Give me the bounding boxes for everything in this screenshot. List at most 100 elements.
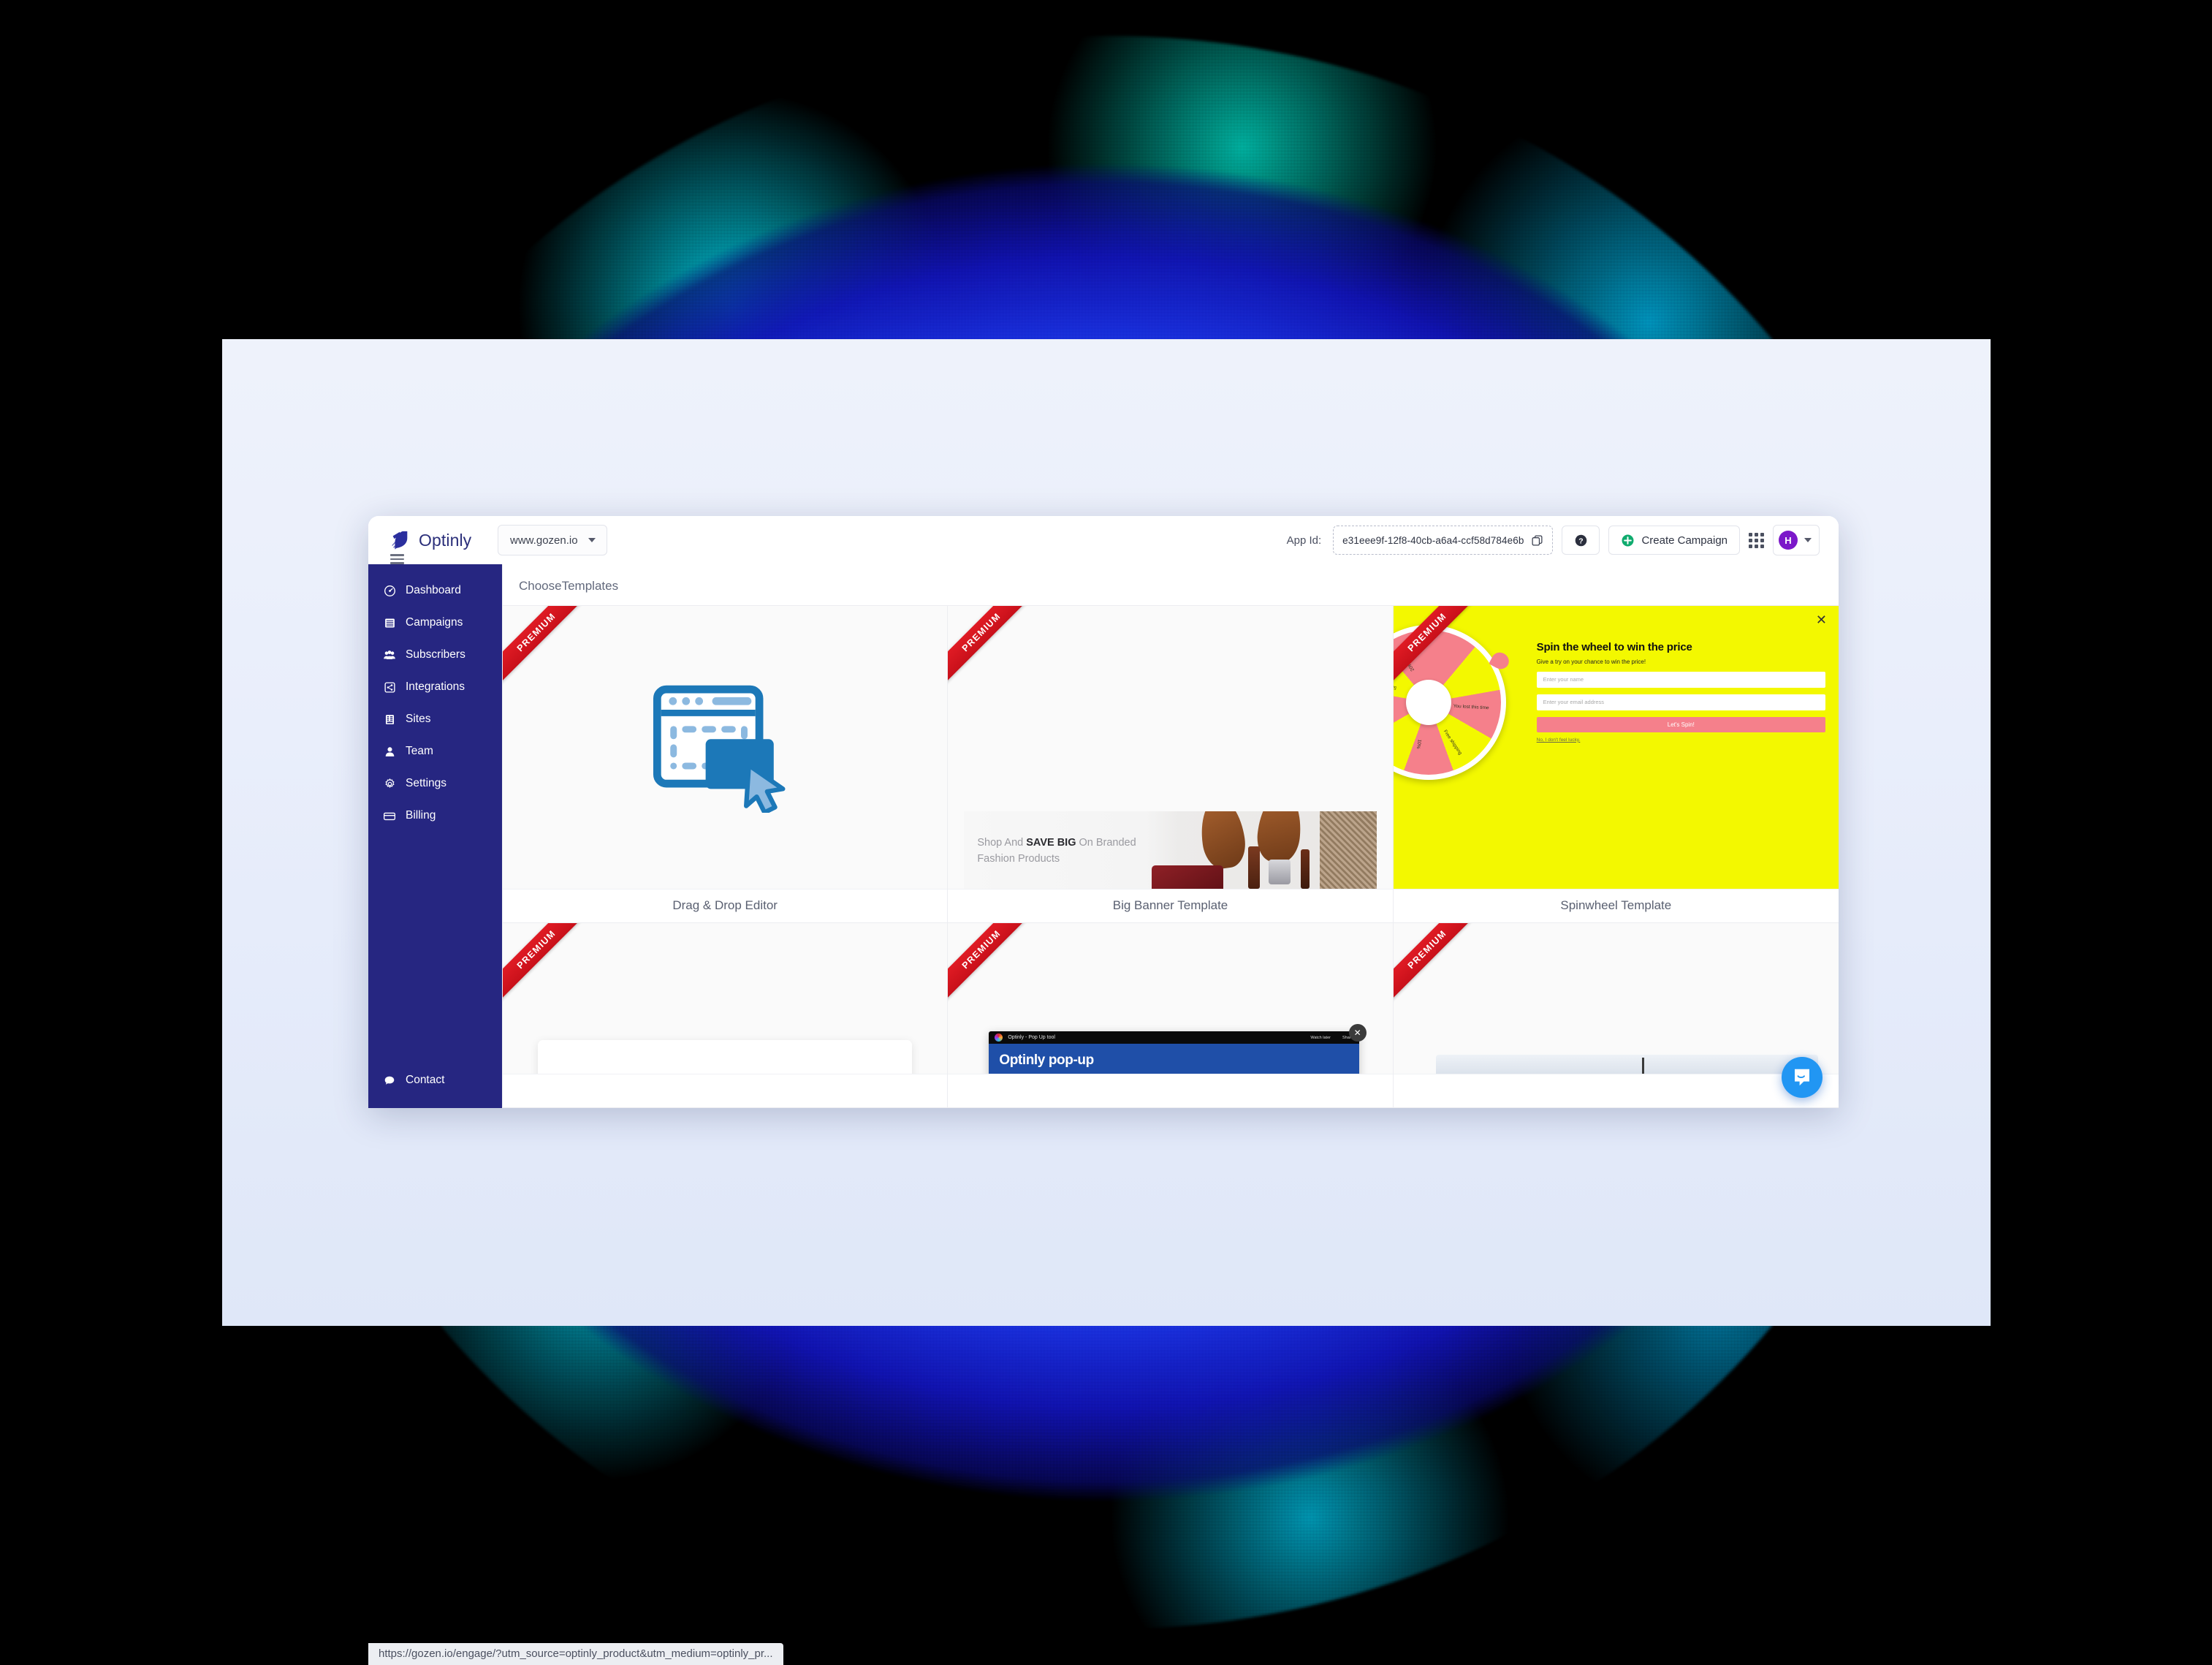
sidebar-item-label: Sites [406, 713, 431, 725]
template-card-label: Big Banner Template [948, 888, 1393, 922]
copy-icon[interactable] [1531, 534, 1543, 547]
spin-name-input[interactable]: Enter your name [1536, 671, 1825, 688]
wheel-segment-label: Free shipping [1442, 729, 1463, 756]
shoe-image-1 [1196, 811, 1249, 871]
templates-content: ChooseTemplates PREMIUM Drag & Drop Edit… [502, 564, 1839, 1108]
brand[interactable]: Optinly [389, 529, 471, 551]
wheel-segment-label: 10% [1415, 738, 1422, 750]
status-bar-url: https://gozen.io/engage/?utm_source=opti… [368, 1643, 783, 1665]
popup-sheet-preview [538, 1040, 913, 1074]
spin-title: Spin the wheel to win the price [1536, 641, 1692, 653]
site-selector[interactable]: www.gozen.io [498, 525, 608, 555]
list-campaigns-icon [383, 617, 396, 629]
app-topbar: Optinly www.gozen.io App Id: e31eee9f-12… [368, 516, 1839, 564]
template-thumbnail [1393, 922, 1839, 1074]
banner-line2: Fashion Products [977, 852, 1060, 865]
channel-avatar [995, 1033, 1003, 1042]
hamburger-menu-icon[interactable] [390, 554, 404, 564]
spin-email-input[interactable]: Enter your email address [1536, 694, 1825, 710]
users-group-icon [383, 649, 396, 661]
sidebar-item-contact[interactable]: Contact [368, 1064, 502, 1096]
spinwheel-preview: ✕ 50% off 20% off You lost this time Fre… [1393, 606, 1839, 889]
sidebar-item-dashboard[interactable]: Dashboard [368, 574, 502, 607]
brand-name: Optinly [419, 530, 472, 550]
banner-preview: Shop And SAVE BIG On Branded Fashion Pro… [964, 811, 1377, 889]
page-title: ChooseTemplates [503, 564, 1839, 605]
template-thumbnail: ✕ Optinly - Pop Up tool Watch later Shar… [948, 922, 1393, 1074]
optinly-app-window: Optinly www.gozen.io App Id: e31eee9f-12… [368, 516, 1839, 1108]
svg-text:?: ? [1578, 537, 1583, 545]
site-selector-value: www.gozen.io [510, 534, 578, 547]
belt-image-2 [1300, 849, 1310, 889]
app-id-value: e31eee9f-12f8-40cb-a6a4-ccf58d784e6b [1342, 534, 1524, 546]
sidebar-item-label: Billing [406, 809, 436, 822]
user-menu[interactable]: H [1773, 525, 1820, 555]
template-card-row2-1[interactable]: PREMIUM [503, 922, 949, 1108]
create-campaign-button[interactable]: Create Campaign [1608, 526, 1740, 555]
template-card-big-banner[interactable]: PREMIUM Shop And SAVE BIG On Branded Fas… [948, 606, 1394, 923]
banner-line1-pre: Shop And [977, 836, 1027, 849]
template-card-row2-3[interactable]: PREMIUM [1393, 922, 1839, 1108]
template-card-spinwheel[interactable]: PREMIUM ✕ 50% off 20% off You lost this [1393, 606, 1839, 923]
sidebar-item-team[interactable]: Team [368, 735, 502, 767]
spin-subtitle: Give a try on your chance to win the pri… [1536, 658, 1646, 665]
optinly-logo-icon [392, 531, 408, 550]
plus-circle-icon [1622, 534, 1634, 546]
template-thumbnail: ✕ 50% off 20% off You lost this time Fre… [1393, 606, 1839, 889]
app-body: Dashboard Campaigns Subscribers Integrat… [368, 564, 1839, 1108]
server-sites-icon [383, 713, 396, 726]
template-card-label [948, 1074, 1393, 1107]
apps-grid-icon[interactable] [1749, 532, 1764, 548]
banner-line1-bold: SAVE BIG [1026, 836, 1076, 849]
sidebar-item-integrations[interactable]: Integrations [368, 671, 502, 703]
template-card-drag-drop-editor[interactable]: PREMIUM Drag & Drop Editor [503, 606, 949, 923]
app-id-label: App Id: [1286, 534, 1322, 547]
sidebar-item-label: Dashboard [406, 584, 461, 596]
banner-headline: Shop And SAVE BIG On Branded Fashion Pro… [977, 835, 1136, 868]
close-icon[interactable]: ✕ [1816, 613, 1827, 626]
video-popup-preview: ✕ Optinly - Pop Up tool Watch later Shar… [989, 1024, 1367, 1074]
create-campaign-label: Create Campaign [1641, 534, 1728, 547]
wheel-segment-label: You lost this time [1453, 703, 1489, 711]
help-button[interactable]: ? [1562, 526, 1600, 555]
banner-line1-post: On Branded [1076, 836, 1136, 849]
chevron-down-icon [588, 538, 596, 542]
video-header: Optinly - Pop Up tool Watch later Share [989, 1031, 1358, 1044]
sidebar-item-settings[interactable]: Settings [368, 767, 502, 800]
sidebar-item-sites[interactable]: Sites [368, 703, 502, 735]
drag-drop-editor-icon [653, 686, 786, 813]
app-id-field[interactable]: e31eee9f-12f8-40cb-a6a4-ccf58d784e6b [1333, 526, 1554, 555]
spin-submit-button[interactable]: Let's Spin! [1536, 716, 1825, 732]
watch-later-label[interactable]: Watch later [1310, 1036, 1331, 1040]
topbar-actions: App Id: e31eee9f-12f8-40cb-a6a4-ccf58d78… [1287, 525, 1820, 555]
user-icon [383, 746, 396, 758]
belt-image-1 [1247, 846, 1260, 889]
template-thumbnail: Shop And SAVE BIG On Branded Fashion Pro… [948, 606, 1393, 889]
chat-bubble-icon [383, 1074, 396, 1087]
template-thumbnail [503, 922, 948, 1074]
sidebar-item-label: Subscribers [406, 648, 465, 661]
sidebar-item-label: Contact [406, 1074, 445, 1086]
sidebar-item-label: Campaigns [406, 616, 463, 629]
sidebar-item-subscribers[interactable]: Subscribers [368, 639, 502, 671]
sidebar-item-billing[interactable]: Billing [368, 800, 502, 832]
wallet-image [1151, 865, 1223, 889]
template-card-label: Drag & Drop Editor [503, 888, 948, 922]
chevron-down-icon [1804, 538, 1812, 542]
template-card-label [503, 1074, 948, 1107]
sidebar-item-campaigns[interactable]: Campaigns [368, 607, 502, 639]
credit-card-icon [383, 810, 396, 822]
spinwheel-form: Spin the wheel to win the price Give a t… [1536, 641, 1825, 743]
template-card-label [1393, 1074, 1839, 1107]
close-icon[interactable]: ✕ [1348, 1024, 1367, 1042]
carpet-texture [1319, 811, 1377, 889]
avatar: H [1779, 531, 1798, 550]
template-card-video-popup[interactable]: PREMIUM ✕ Optinly - Pop Up tool Watch la… [948, 922, 1394, 1108]
template-thumbnail [503, 606, 948, 889]
dashboard-gauge-icon [383, 585, 396, 597]
gear-icon [383, 778, 396, 790]
spin-decline-link[interactable]: No, I don't feel lucky. [1537, 737, 1825, 743]
intercom-launcher-button[interactable] [1782, 1057, 1823, 1098]
template-card-label: Spinwheel Template [1393, 888, 1839, 922]
